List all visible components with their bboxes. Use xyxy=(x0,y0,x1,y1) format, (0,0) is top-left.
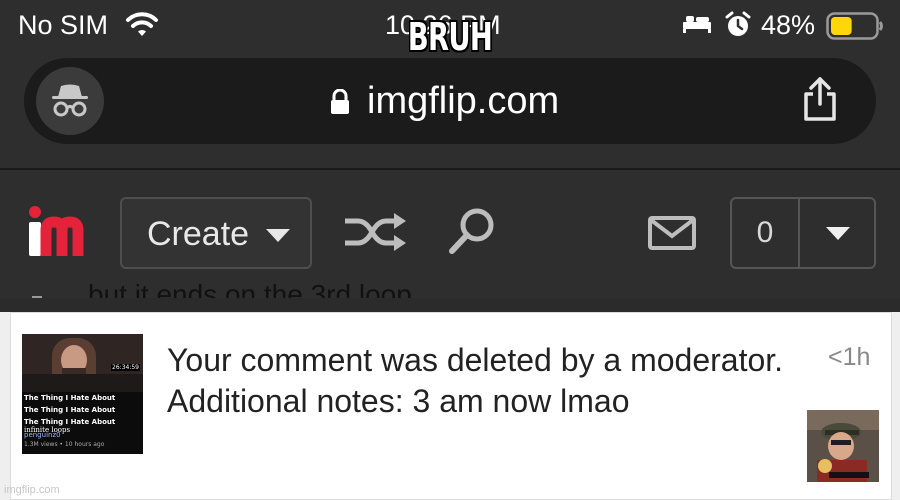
create-label: Create xyxy=(147,215,250,253)
video-still xyxy=(22,334,143,392)
url-text[interactable]: imgflip.com xyxy=(367,80,559,123)
shuffle-icon xyxy=(345,213,406,251)
alarm-icon xyxy=(725,11,751,44)
share-button[interactable] xyxy=(802,76,838,127)
chevron-down-icon xyxy=(826,227,850,240)
battery-percent: 48% xyxy=(761,10,816,40)
search-icon xyxy=(449,208,494,254)
thumbnail-line: The Thing I Hate About xyxy=(24,418,116,426)
thumbnail-meta: 1.3M views • 10 hours ago xyxy=(24,441,105,448)
content-divider xyxy=(0,298,900,312)
watermark: imgflip.com xyxy=(4,484,60,496)
mail-icon xyxy=(648,216,696,250)
battery-icon xyxy=(826,12,884,45)
incognito-button[interactable] xyxy=(36,67,104,135)
notification-time: <1h xyxy=(828,343,871,371)
carrier-label: No SIM xyxy=(18,10,109,40)
thumbnail-line: The Thing I Hate About xyxy=(24,394,116,402)
notifications-dropdown-button[interactable] xyxy=(826,227,850,246)
meme-caption: BRUH xyxy=(407,15,493,59)
moderator-avatar[interactable] xyxy=(807,410,879,482)
video-duration: 26:34:59 xyxy=(111,364,140,371)
thumbnail-line: The Thing I Hate About xyxy=(24,406,116,414)
messages-button[interactable] xyxy=(648,216,696,255)
lock-icon xyxy=(329,88,351,120)
create-button[interactable]: Create xyxy=(120,197,312,269)
chevron-down-icon xyxy=(266,229,290,248)
thumbnail-username: penguinz0 xyxy=(24,431,61,439)
wifi-icon xyxy=(125,12,159,43)
imgflip-logo[interactable] xyxy=(26,206,96,267)
address-bar[interactable]: imgflip.com xyxy=(24,58,876,144)
incognito-icon xyxy=(52,84,88,117)
browser-toolbar: imgflip.com xyxy=(0,52,900,168)
bed-icon xyxy=(682,14,712,39)
notification-message: Your comment was deleted by a moderator.… xyxy=(167,342,784,419)
share-icon xyxy=(804,77,836,121)
shuffle-button[interactable] xyxy=(342,212,408,257)
notification-count[interactable]: 0 xyxy=(732,199,800,267)
notifications-group: 0 xyxy=(730,197,876,269)
notification-card[interactable]: 26:34:59 The Thing I Hate About The Thin… xyxy=(10,312,892,500)
search-button[interactable] xyxy=(446,206,498,263)
meme-thumbnail[interactable]: 26:34:59 The Thing I Hate About The Thin… xyxy=(22,334,143,454)
